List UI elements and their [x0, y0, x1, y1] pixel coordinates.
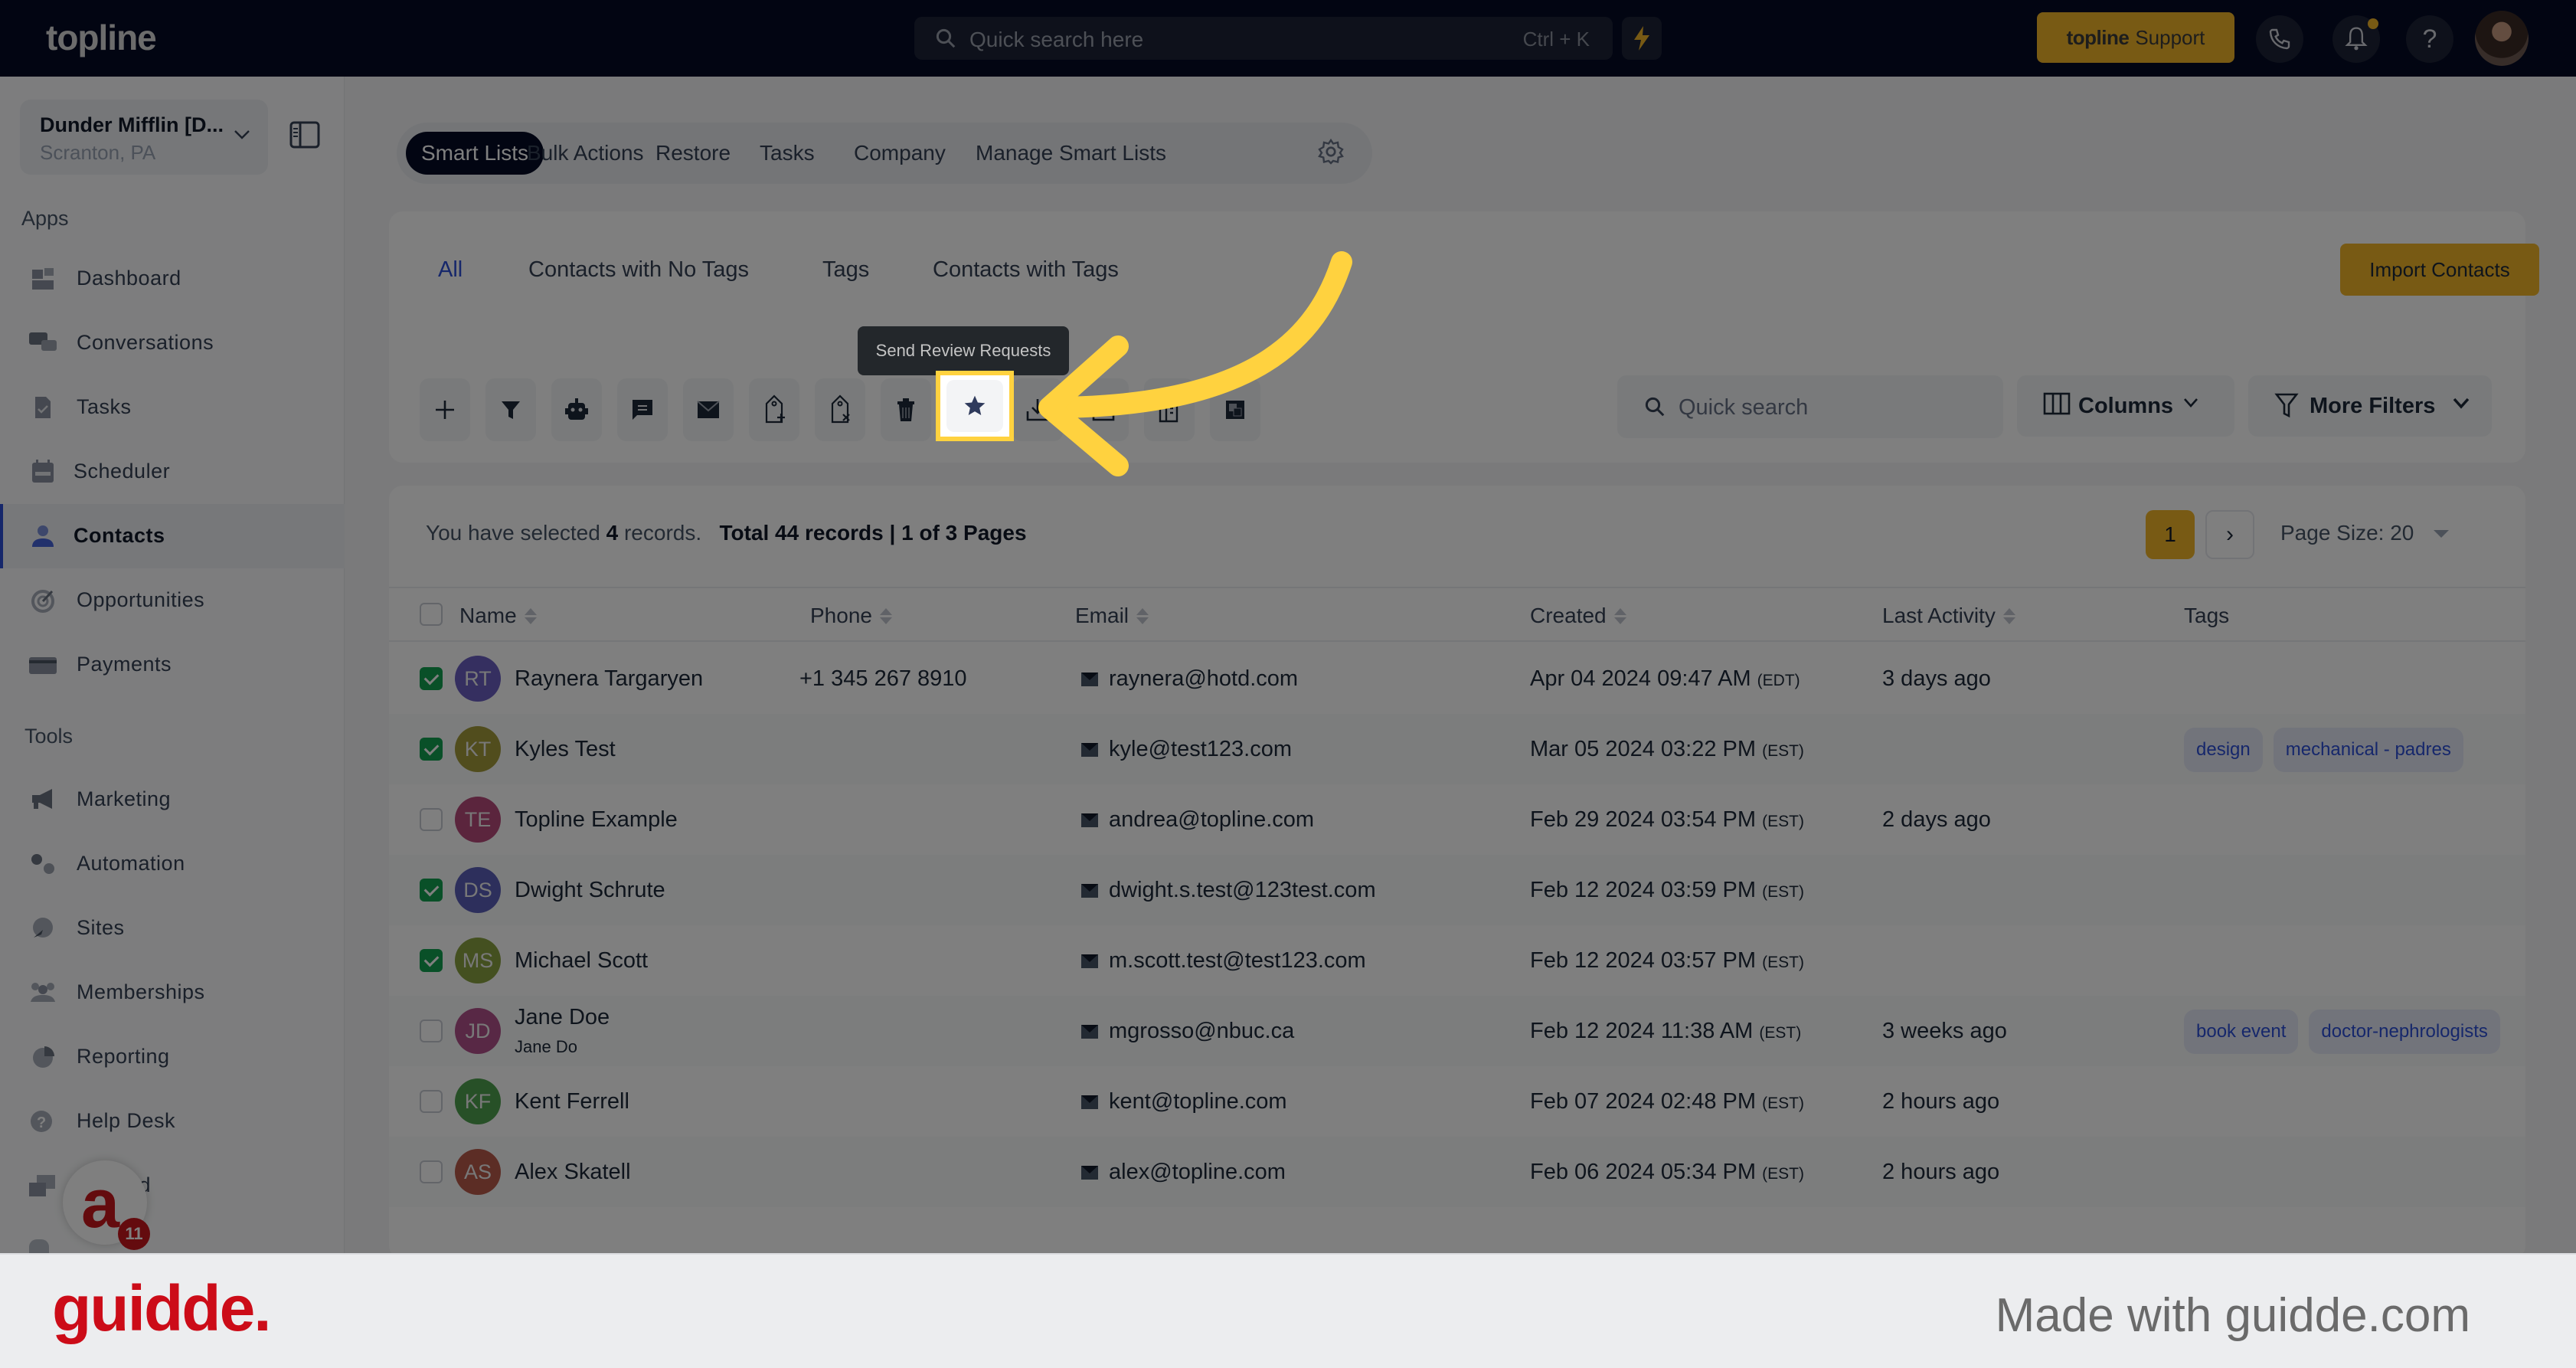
send-review-requests-inner [946, 380, 1003, 432]
made-with-text: Made with guidde.com [1995, 1289, 2470, 1342]
send-review-requests-button[interactable] [936, 371, 1014, 441]
star-icon [964, 395, 986, 415]
guidde-logo: guidde. [52, 1272, 272, 1344]
dim-overlay [0, 0, 2576, 1253]
app-window: topline Quick search here Ctrl + K topli… [0, 0, 2576, 1253]
guidde-footer: guidde. Made with guidde.com [0, 1253, 2576, 1368]
annotation-arrow-icon [1038, 251, 1352, 476]
